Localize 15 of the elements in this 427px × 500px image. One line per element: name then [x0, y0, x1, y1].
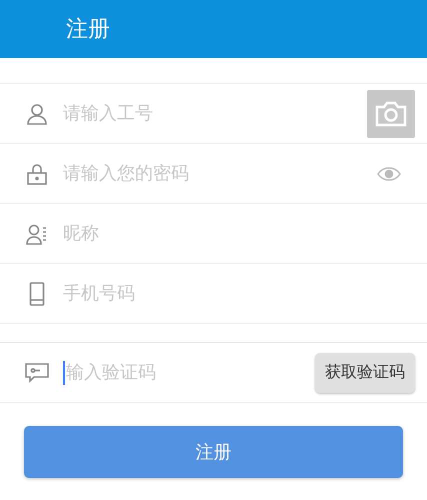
- get-code-button[interactable]: 获取验证码: [315, 352, 415, 392]
- input-field[interactable]: 昵称: [63, 223, 415, 244]
- camera-button[interactable]: [367, 90, 415, 138]
- input-field[interactable]: 输入验证码: [66, 362, 315, 383]
- eye-icon[interactable]: [377, 166, 401, 180]
- input-field[interactable]: 请输入您的密码: [63, 163, 377, 184]
- input-field[interactable]: 手机号码: [63, 283, 415, 304]
- input-field[interactable]: 请输入工号: [63, 103, 367, 124]
- message-icon: [25, 362, 49, 384]
- person-icon: [26, 102, 48, 124]
- camera-icon: [375, 100, 407, 126]
- lock-icon: [26, 162, 48, 184]
- phone-icon: [29, 282, 45, 306]
- person-list-icon: [26, 222, 48, 244]
- page-title: 注册: [66, 16, 110, 44]
